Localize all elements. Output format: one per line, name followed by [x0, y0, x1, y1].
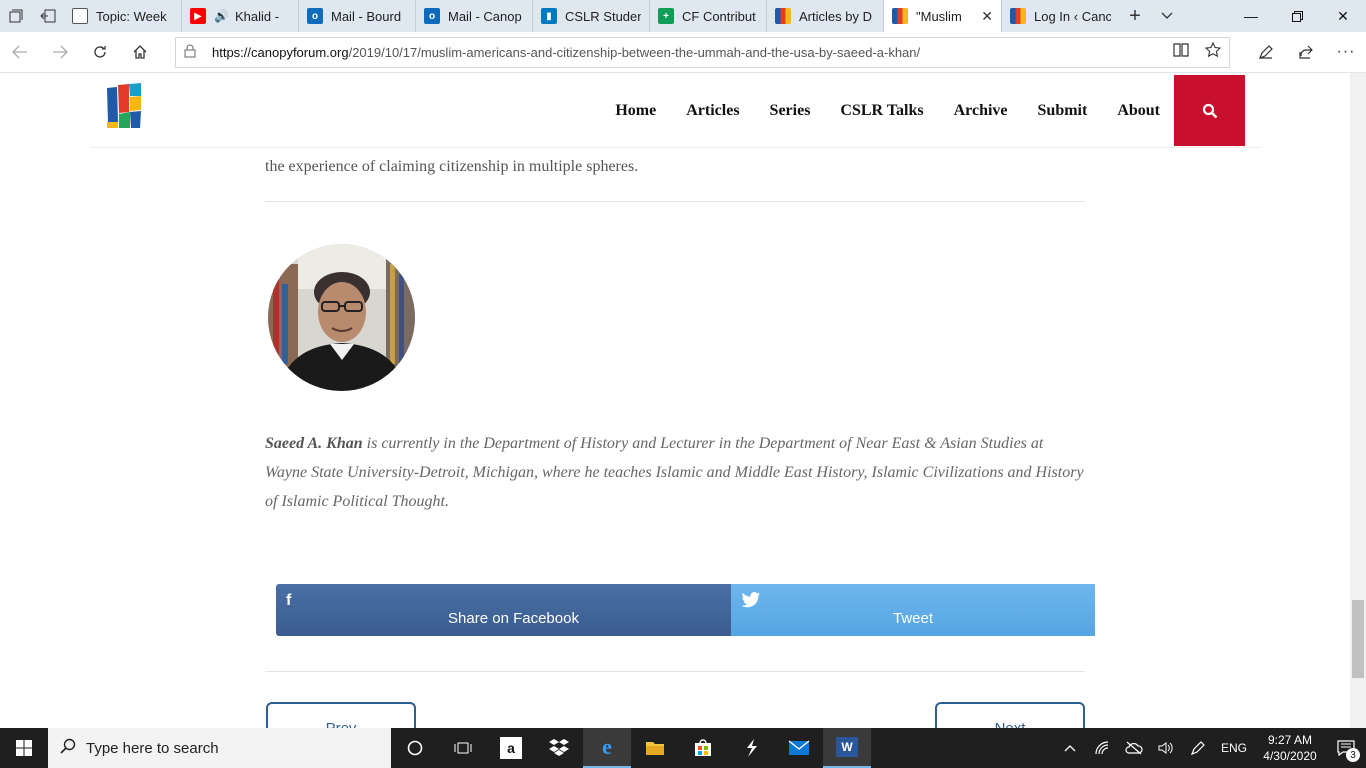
reading-view-icon[interactable] — [1173, 42, 1189, 61]
notification-count: 3 — [1346, 748, 1360, 762]
amazon-icon[interactable]: a — [487, 728, 535, 768]
browser-tab[interactable]: ▶ 🔊 Khalid - — [182, 0, 299, 32]
clock[interactable]: 9:27 AM 4/30/2020 — [1254, 732, 1326, 764]
new-tab-icon[interactable]: + — [1119, 5, 1151, 28]
refresh-icon[interactable] — [80, 32, 120, 72]
taskbar-search-input[interactable]: Type here to search — [48, 728, 391, 768]
author-avatar — [268, 244, 415, 391]
divider — [265, 201, 1085, 202]
browser-tab[interactable]: Articles by D — [767, 0, 884, 32]
close-window-icon[interactable]: ✕ — [1320, 0, 1366, 32]
tab-strip: Topic: Week ▶ 🔊 Khalid - o Mail - Bourd … — [0, 0, 1366, 32]
page-scrollbar[interactable] — [1350, 73, 1366, 728]
chevron-down-icon[interactable] — [1151, 12, 1183, 20]
input-language[interactable]: ENG — [1214, 741, 1254, 755]
sheets-icon: + — [658, 8, 674, 24]
audio-playing-icon[interactable]: 🔊 — [214, 9, 229, 23]
canopy-icon — [775, 8, 791, 24]
browser-tab[interactable]: + CF Contribut — [650, 0, 767, 32]
browser-toolbar: https://canopyforum.org/2019/10/17/musli… — [0, 32, 1366, 73]
nav-home[interactable]: Home — [615, 102, 656, 120]
trello-icon: ▮ — [541, 8, 557, 24]
author-bio: Saeed A. Khan is currently in the Depart… — [265, 429, 1085, 516]
browser-tab[interactable]: ▮ CSLR Studen — [533, 0, 650, 32]
minimize-icon[interactable]: — — [1228, 0, 1274, 32]
search-icon — [60, 738, 76, 758]
outlook-icon: o — [307, 8, 323, 24]
article-intro-text: the experience of claiming citizenship i… — [265, 158, 639, 175]
page-icon — [72, 8, 88, 24]
home-icon[interactable] — [120, 32, 160, 72]
search-icon — [1202, 103, 1217, 118]
file-explorer-icon[interactable] — [631, 728, 679, 768]
divider — [265, 671, 1085, 672]
scrollbar-thumb[interactable] — [1352, 600, 1364, 678]
site-header: Home Articles Series CSLR Talks Archive … — [90, 73, 1260, 148]
canopy-forum-logo[interactable] — [105, 82, 143, 130]
share-buttons: f Share on Facebook Tweet — [276, 584, 1095, 636]
pen-workspace-icon[interactable] — [1182, 740, 1214, 756]
dropbox-icon[interactable] — [535, 728, 583, 768]
address-bar[interactable]: https://canopyforum.org/2019/10/17/musli… — [175, 37, 1230, 68]
browser-tab-active[interactable]: "Muslim ✕ — [884, 0, 1002, 32]
browser-tab[interactable]: Log In ‹ Canc — [1002, 0, 1119, 32]
browser-tab[interactable]: Topic: Week — [64, 0, 182, 32]
url-path: /2019/10/17/muslim-americans-and-citizen… — [348, 45, 921, 60]
windows-taskbar: Type here to search a e W ENG 9:27 AM 4/… — [0, 728, 1366, 768]
canopy-icon — [1010, 8, 1026, 24]
canopy-icon — [892, 8, 908, 24]
share-icon[interactable] — [1286, 32, 1326, 72]
word-icon[interactable]: W — [823, 728, 871, 768]
browser-tab[interactable]: o Mail - Canop — [416, 0, 533, 32]
cloud-sync-icon[interactable] — [1118, 741, 1150, 755]
author-name: Saeed A. Khan — [265, 435, 363, 452]
tweet-button[interactable]: Tweet — [731, 584, 1095, 636]
more-options-icon[interactable]: ··· — [1326, 32, 1366, 72]
chevron-up-icon[interactable] — [1054, 744, 1086, 752]
action-center-icon[interactable]: 3 — [1326, 740, 1366, 762]
edge-browser-icon[interactable]: e — [583, 728, 631, 768]
nav-articles[interactable]: Articles — [686, 102, 739, 120]
wifi-icon[interactable] — [1086, 741, 1118, 755]
cortana-icon[interactable] — [391, 728, 439, 768]
next-post-button[interactable]: Next — [935, 702, 1085, 728]
outlook-icon: o — [424, 8, 440, 24]
url-host: https://canopyforum.org — [212, 45, 349, 60]
nav-cslr-talks[interactable]: CSLR Talks — [840, 102, 923, 120]
site-search-button[interactable] — [1174, 75, 1245, 146]
windows-start-icon[interactable] — [0, 728, 48, 768]
share-facebook-button[interactable]: f Share on Facebook — [276, 584, 731, 636]
favorite-star-icon[interactable] — [1204, 41, 1222, 61]
facebook-icon: f — [286, 592, 292, 609]
clock-date: 4/30/2020 — [1263, 749, 1317, 763]
nav-archive[interactable]: Archive — [954, 102, 1008, 120]
close-tab-icon[interactable]: ✕ — [975, 8, 993, 25]
tab-actions-icon[interactable] — [0, 0, 32, 32]
forward-arrow-icon[interactable] — [40, 32, 80, 72]
store-icon[interactable] — [679, 728, 727, 768]
youtube-icon: ▶ — [190, 8, 206, 24]
author-bio-text: is currently in the Department of Histor… — [265, 435, 1084, 510]
pen-icon[interactable] — [1246, 32, 1286, 72]
browser-tab[interactable]: o Mail - Bourd — [299, 0, 416, 32]
back-arrow-icon[interactable] — [0, 32, 40, 72]
system-tray: ENG 9:27 AM 4/30/2020 3 — [1054, 728, 1366, 768]
volume-icon[interactable] — [1150, 741, 1182, 755]
mail-icon[interactable] — [775, 728, 823, 768]
restore-icon[interactable] — [1274, 0, 1320, 32]
lock-icon[interactable] — [184, 44, 204, 61]
main-nav: Home Articles Series CSLR Talks Archive … — [615, 73, 1160, 148]
set-aside-tabs-icon[interactable] — [32, 0, 64, 32]
nav-series[interactable]: Series — [770, 102, 811, 120]
clock-time: 9:27 AM — [1267, 733, 1313, 747]
nav-about[interactable]: About — [1117, 102, 1160, 120]
web-page: Home Articles Series CSLR Talks Archive … — [0, 73, 1350, 728]
nav-submit[interactable]: Submit — [1038, 102, 1088, 120]
scrivener-icon[interactable] — [727, 728, 775, 768]
task-view-icon[interactable] — [439, 728, 487, 768]
prev-post-button[interactable]: Prev — [266, 702, 416, 728]
